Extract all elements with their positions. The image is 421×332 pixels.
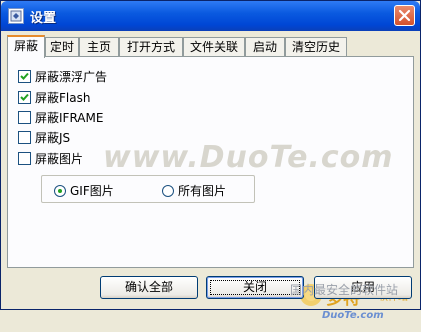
option-block-js[interactable]: 屏蔽JS: [18, 129, 70, 145]
option-block-images[interactable]: 屏蔽图片: [18, 150, 83, 166]
tab-label: 主页: [86, 40, 111, 54]
radio-button[interactable]: [54, 184, 66, 197]
logo-domain: DuoTe.com: [322, 310, 384, 321]
radio-label: GIF图片: [70, 184, 114, 198]
tab-file-association[interactable]: 文件关联: [183, 37, 245, 57]
checkbox[interactable]: [18, 151, 31, 165]
tab-label: 打开方式: [126, 40, 175, 54]
option-label: 屏蔽IFRAME: [35, 110, 104, 125]
settings-window: 设置 屏蔽 定时 主页 打开方式 文件关联 启动 清空历史 www.DuoTe.…: [0, 0, 421, 321]
tab-label: 文件关联: [189, 40, 238, 54]
option-label: 屏蔽漂浮广告: [35, 69, 108, 84]
tab-clear-history[interactable]: 清空历史: [285, 37, 347, 57]
close-window-button[interactable]: [394, 5, 415, 26]
checkbox[interactable]: [18, 69, 31, 83]
radio-label: 所有图片: [178, 184, 227, 198]
button-label: 确认全部: [124, 280, 173, 294]
radio-button[interactable]: [162, 184, 174, 197]
confirm-all-button[interactable]: 确认全部: [100, 276, 198, 299]
check-icon: [20, 72, 29, 80]
tab-label: 启动: [252, 40, 277, 54]
tab-block[interactable]: 屏蔽: [7, 35, 45, 58]
watermark-text: www.DuoTe.com: [103, 140, 394, 175]
checkbox[interactable]: [18, 130, 31, 144]
checkbox[interactable]: [18, 110, 31, 124]
bottom-watermark: 国内最安全的软件站: [290, 283, 399, 297]
option-block-flash[interactable]: 屏蔽Flash: [18, 89, 90, 105]
tab-startup[interactable]: 启动: [245, 37, 285, 57]
option-block-iframe[interactable]: 屏蔽IFRAME: [18, 109, 103, 125]
option-label: 屏蔽图片: [35, 151, 84, 166]
image-mode-group: GIF图片 所有图片: [41, 175, 255, 203]
close-icon: [398, 9, 411, 22]
radio-gif-images[interactable]: GIF图片: [54, 182, 114, 199]
tab-panel-block: www.DuoTe.com 屏蔽漂浮广告 屏蔽Flash 屏蔽IFRAME 屏蔽…: [7, 56, 414, 321]
tab-homepage[interactable]: 主页: [79, 37, 119, 57]
tab-label: 清空历史: [291, 40, 340, 54]
tab-label: 定时: [49, 40, 74, 54]
checkbox[interactable]: [18, 90, 31, 104]
radio-all-images[interactable]: 所有图片: [162, 182, 226, 199]
title-bar[interactable]: 设置: [1, 1, 420, 31]
option-block-floating-ads[interactable]: 屏蔽漂浮广告: [18, 68, 107, 84]
window-title: 设置: [30, 11, 57, 26]
tab-open-method[interactable]: 打开方式: [119, 37, 183, 57]
check-icon: [20, 93, 29, 101]
option-label: 屏蔽Flash: [35, 90, 91, 105]
app-icon[interactable]: [8, 8, 24, 24]
tab-schedule[interactable]: 定时: [45, 37, 79, 57]
option-label: 屏蔽JS: [35, 130, 71, 145]
tab-label: 屏蔽: [13, 39, 38, 53]
